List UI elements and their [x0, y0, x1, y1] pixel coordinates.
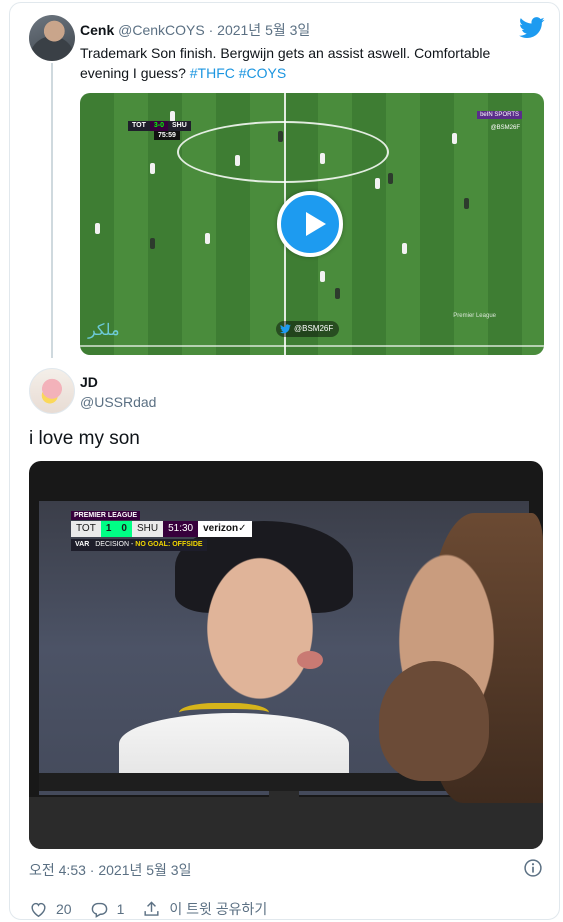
share-button[interactable]: 이 트윗 공유하기 — [142, 899, 267, 919]
twitter-bird-icon[interactable] — [519, 17, 545, 39]
player — [375, 178, 380, 189]
tv-scoreboard: TOT 1 0 SHU 51:30 verizon✓ — [71, 521, 252, 537]
tv-away-score: 0 — [116, 521, 132, 537]
video-scorebug: TOT 3-0 SHU — [128, 121, 191, 131]
tv-league-label: PREMIER LEAGUE — [71, 511, 141, 520]
author-handle[interactable]: @USSRdad — [80, 394, 156, 410]
player — [150, 238, 155, 249]
player — [150, 163, 155, 174]
tweet-actions: 20 1 이 트윗 공유하기 — [29, 899, 285, 919]
play-button[interactable] — [277, 191, 343, 257]
quoted-tweet-header: Cenk @CenkCOYS · 2021년 5월 3일 — [80, 20, 310, 40]
video-watermark: ملكر — [88, 320, 120, 339]
player — [320, 153, 325, 164]
like-count: 20 — [56, 901, 72, 917]
hashtag-thfc[interactable]: #THFC — [190, 65, 235, 81]
hashtag-coys[interactable]: #COYS — [239, 65, 286, 81]
quoted-author-avatar[interactable] — [29, 15, 75, 61]
scorebug-away: SHU — [168, 121, 191, 131]
pitch-touchline — [80, 345, 544, 347]
quoted-author-name[interactable]: Cenk — [80, 22, 114, 38]
tv-home-score: 1 — [100, 521, 117, 537]
quoted-tweet-text: Trademark Son finish. Bergwijn gets an a… — [80, 43, 520, 83]
player — [205, 233, 210, 244]
player — [402, 243, 407, 254]
broadcaster-logo: beIN SPORTS — [477, 111, 522, 119]
author-name[interactable]: JD — [80, 374, 98, 390]
twitter-bird-icon — [280, 324, 291, 334]
player — [452, 133, 457, 144]
scorebug-home: TOT — [128, 121, 150, 131]
player-face — [189, 551, 331, 723]
player-collar — [179, 703, 269, 727]
like-button[interactable]: 20 — [29, 900, 72, 919]
tweet-timestamp[interactable]: 오전 4:53 · 2021년 5월 3일 — [29, 860, 191, 880]
tv-home-team: TOT — [71, 521, 101, 537]
tweet-photo[interactable]: PREMIER LEAGUE TOT 1 0 SHU 51:30 verizon… — [29, 461, 543, 849]
player — [335, 288, 340, 299]
video-handle-overlay: @BSM26F — [276, 321, 340, 337]
quoted-video[interactable]: TOT 3-0 SHU 75:59 beIN SPORTS @BSM26F مل… — [80, 93, 544, 355]
player-lips — [297, 651, 323, 669]
share-label: 이 트윗 공유하기 — [169, 901, 268, 917]
header-separator: · — [208, 22, 214, 38]
thread-line — [51, 63, 53, 358]
tweet-text: i love my son — [29, 428, 140, 449]
player — [95, 223, 100, 234]
tv-away-team: SHU — [131, 521, 164, 537]
tweet-card: Cenk @CenkCOYS · 2021년 5월 3일 Trademark S… — [9, 2, 560, 920]
tv-clock: 51:30 — [163, 521, 199, 537]
premier-league-logo: Premier League — [453, 313, 496, 319]
reply-button[interactable]: 1 — [90, 900, 125, 919]
man-beard — [379, 661, 489, 781]
reply-count: 1 — [116, 901, 125, 917]
var-decision: DECISION - — [95, 541, 134, 548]
player — [388, 173, 393, 184]
player — [320, 271, 325, 282]
var-outcome: NO GOAL: OFFSIDE — [135, 541, 203, 548]
pitch-center-circle — [177, 121, 389, 183]
var-label: VAR — [75, 541, 90, 548]
info-icon[interactable] — [523, 858, 543, 878]
reply-icon — [91, 902, 107, 918]
scorebug-clock: 75:59 — [154, 131, 180, 140]
player — [278, 131, 283, 142]
tv-cabinet — [29, 797, 543, 849]
overlay-handle-text: @BSM26F — [294, 324, 334, 333]
quoted-tweet-date[interactable]: 2021년 5월 3일 — [217, 22, 310, 38]
player — [464, 198, 469, 209]
league-name: PREMIER LEAGUE — [71, 511, 141, 520]
heart-icon — [31, 902, 46, 917]
scorebug-score: 3-0 — [149, 121, 168, 131]
broadcaster-handle: @BSM26F — [490, 125, 520, 131]
tv-sponsor: verizon✓ — [198, 521, 252, 537]
tv-var-banner: VAR DECISION - NO GOAL: OFFSIDE — [71, 539, 207, 551]
author-avatar[interactable] — [29, 368, 75, 414]
quoted-author-handle[interactable]: @CenkCOYS — [118, 22, 205, 38]
player — [235, 155, 240, 166]
play-icon — [306, 212, 326, 236]
share-icon — [144, 900, 159, 916]
